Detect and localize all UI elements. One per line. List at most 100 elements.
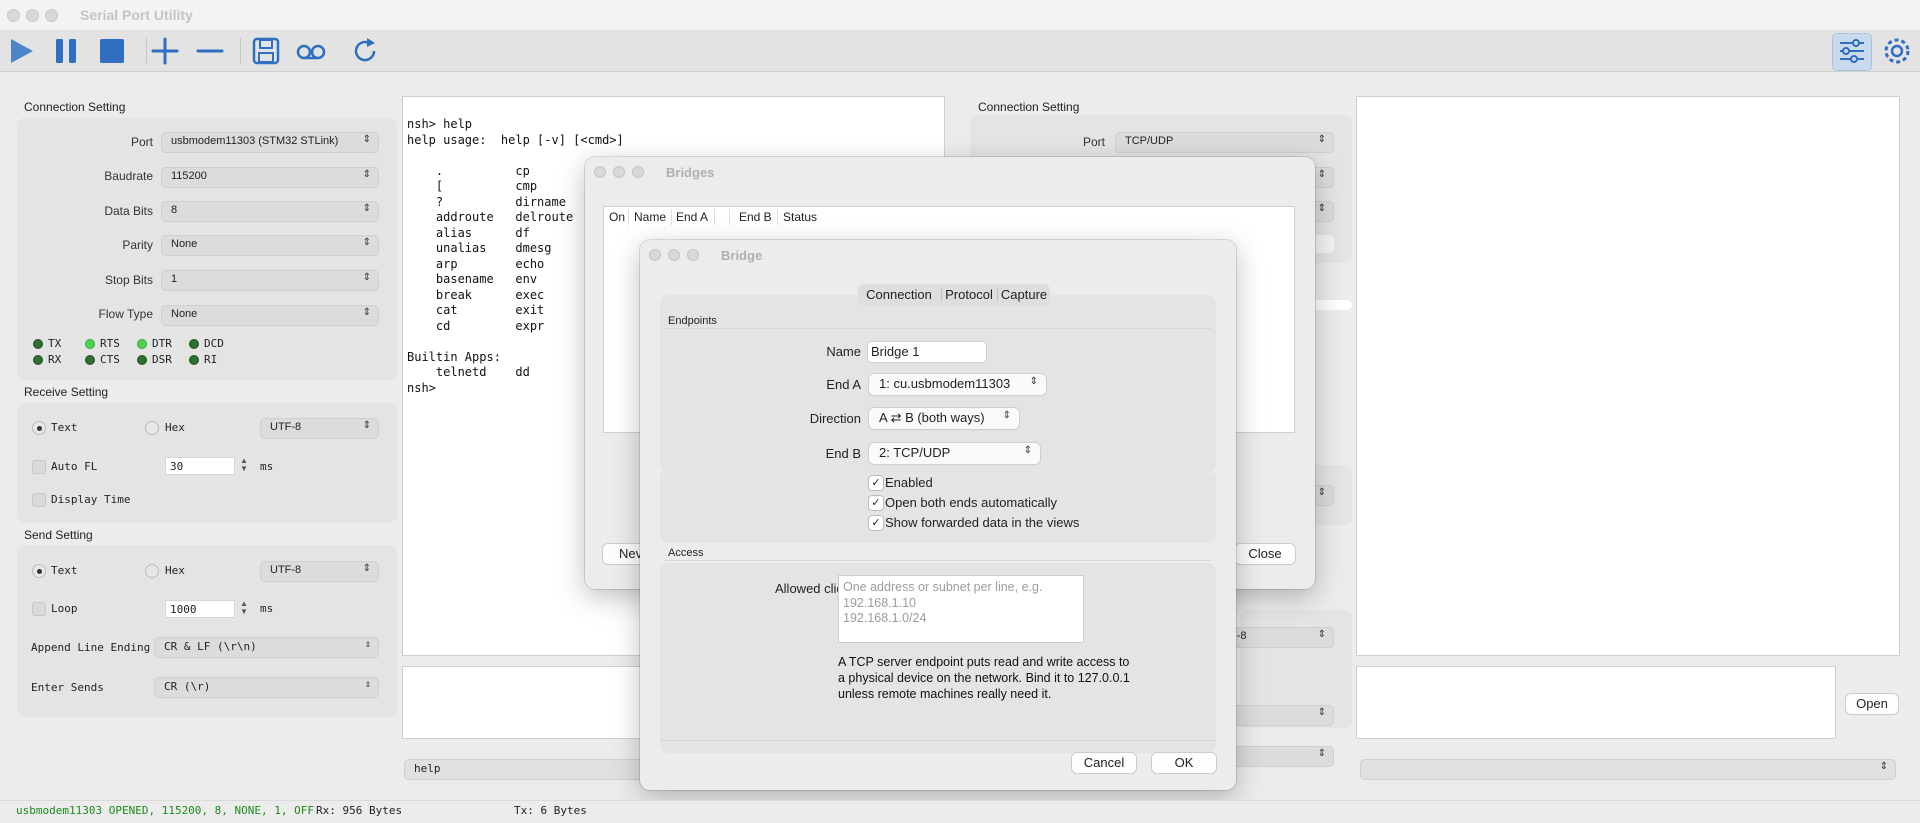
show-forwarded-checkbox[interactable]: ✓ — [869, 516, 883, 530]
auto-fl-checkbox[interactable] — [32, 460, 46, 474]
stop-button[interactable] — [92, 30, 132, 72]
chevron-updown-icon: ⇕ — [1879, 761, 1888, 772]
data-bits-select[interactable]: 8 ⇕ — [161, 201, 379, 222]
endpoints-title: Endpoints — [668, 315, 717, 327]
receive-text-label: Text — [51, 421, 78, 434]
ok-button[interactable]: OK — [1152, 753, 1216, 773]
cancel-button[interactable]: Cancel — [1072, 753, 1136, 773]
plus-icon — [151, 37, 179, 65]
end-b-value: 2: TCP/UDP — [879, 445, 951, 460]
close-window-button[interactable] — [7, 9, 20, 22]
receive-text-radio[interactable] — [32, 421, 46, 435]
auto-fl-input[interactable]: 30 — [165, 457, 235, 475]
chevron-updown-icon: ⇕ — [1317, 748, 1326, 759]
minimize-window-button[interactable] — [26, 9, 39, 22]
stop-icon — [100, 39, 124, 63]
col-on[interactable]: On — [609, 210, 625, 224]
bridge-close-dot[interactable] — [649, 249, 661, 261]
sliders-icon — [1840, 39, 1864, 63]
stop-bits-select[interactable]: 1 ⇕ — [161, 270, 379, 291]
bridge-minimize-dot[interactable] — [668, 249, 680, 261]
ri-label: RI — [204, 353, 218, 366]
loop-unit: ms — [260, 602, 274, 615]
auto-fl-stepper[interactable]: ▲ ▼ — [239, 457, 249, 475]
security-note: A TCP server endpoint puts read and writ… — [838, 655, 1130, 701]
pause-button[interactable] — [46, 30, 86, 72]
dsr-label: DSR — [152, 353, 172, 366]
chevron-updown-icon: ⇕ — [1317, 707, 1326, 718]
bridge-zoom-dot[interactable] — [687, 249, 699, 261]
tab-capture[interactable]: Capture — [998, 284, 1050, 306]
tab-connection[interactable]: Connection — [858, 284, 940, 306]
port-select[interactable]: usbmodem11303 (STM32 STLink) ⇕ — [161, 132, 379, 153]
col-name[interactable]: Name — [634, 210, 666, 224]
loop-checkbox[interactable] — [32, 602, 46, 616]
bridges-minimize-dot[interactable] — [613, 166, 625, 178]
refresh-button[interactable] — [345, 30, 385, 72]
right-select-5[interactable]: ⇕ — [1220, 705, 1334, 726]
new-bridge-button[interactable]: Nev — [603, 544, 645, 564]
end-b-select[interactable]: 2: TCP/UDP ⇕ — [869, 443, 1040, 464]
right-history-select[interactable]: ⇕ — [1360, 759, 1896, 780]
right-port-label: Port — [1082, 135, 1105, 149]
dtr-label: DTR — [152, 337, 172, 350]
col-end-a[interactable]: End A — [676, 210, 708, 224]
dtr-led — [137, 339, 147, 349]
right-port-select[interactable]: TCP/UDP ⇕ — [1115, 132, 1334, 153]
bridges-close-button[interactable]: Close — [1235, 544, 1295, 564]
tx-led — [33, 339, 43, 349]
access-divider — [665, 560, 1211, 561]
enter-sends-select[interactable]: CR (\r) ⇕ — [154, 677, 379, 698]
right-terminal-output[interactable] — [1356, 96, 1900, 656]
play-button[interactable] — [2, 30, 42, 72]
bridges-zoom-dot[interactable] — [632, 166, 644, 178]
loop-interval-input[interactable]: 1000 — [165, 600, 235, 618]
parity-select[interactable]: None ⇕ — [161, 235, 379, 256]
right-select-6[interactable]: ⇕ — [1220, 746, 1334, 767]
receive-hex-label: Hex — [165, 421, 185, 434]
loop-stepper[interactable]: ▲ ▼ — [239, 600, 249, 618]
remove-button[interactable] — [190, 30, 230, 72]
preferences-button[interactable] — [1877, 30, 1917, 72]
col-status[interactable]: Status — [783, 210, 817, 224]
receive-hex-radio[interactable] — [145, 421, 159, 435]
endpoints-divider — [665, 328, 1211, 329]
display-time-label: Display Time — [51, 493, 131, 506]
chevron-updown-icon: ⇕ — [362, 134, 371, 145]
bridge-name-input[interactable]: Bridge 1 — [868, 342, 986, 362]
name-label: Name — [826, 344, 861, 359]
receive-encoding-select[interactable]: UTF-8 ⇕ — [260, 418, 379, 439]
right-connection-setting-title: Connection Setting — [978, 100, 1080, 114]
open-button[interactable]: Open — [1846, 694, 1898, 714]
send-hex-label: Hex — [165, 564, 185, 577]
open-both-checkbox[interactable]: ✓ — [869, 496, 883, 510]
chevron-updown-icon: ⇕ — [362, 169, 371, 180]
right-encoding-select[interactable]: F-8 ⇕ — [1220, 627, 1334, 648]
save-button[interactable] — [246, 30, 286, 72]
send-encoding-select[interactable]: UTF-8 ⇕ — [260, 561, 379, 582]
play-icon — [11, 39, 33, 63]
send-hex-radio[interactable] — [145, 564, 159, 578]
end-a-select[interactable]: 1: cu.usbmodem11303 ⇕ — [869, 374, 1046, 395]
add-button[interactable] — [145, 30, 185, 72]
bridges-close-dot[interactable] — [594, 166, 606, 178]
baudrate-select[interactable]: 115200 ⇕ — [161, 167, 379, 188]
direction-select[interactable]: A ⇄ B (both ways) ⇕ — [869, 408, 1019, 429]
flow-type-select[interactable]: None ⇕ — [161, 305, 379, 326]
zoom-window-button[interactable] — [45, 9, 58, 22]
enabled-checkbox[interactable]: ✓ — [869, 476, 883, 490]
append-line-ending-select[interactable]: CR & LF (\r\n) ⇕ — [154, 637, 379, 658]
record-button[interactable] — [291, 30, 331, 72]
col-end-b[interactable]: End B — [739, 210, 772, 224]
tab-protocol[interactable]: Protocol — [942, 284, 996, 306]
display-time-checkbox[interactable] — [32, 493, 46, 507]
rts-led — [85, 339, 95, 349]
right-send-text-area[interactable] — [1356, 666, 1836, 739]
chevron-updown-icon: ⇕ — [362, 563, 371, 574]
receive-setting-title: Receive Setting — [24, 385, 109, 399]
send-text-radio[interactable] — [32, 564, 46, 578]
show-forwarded-label: Show forwarded data in the views — [885, 515, 1080, 530]
col-divider — [777, 209, 778, 225]
allowed-clients-textarea[interactable]: One address or subnet per line, e.g. 192… — [838, 575, 1084, 643]
sliders-button[interactable] — [1832, 30, 1872, 72]
